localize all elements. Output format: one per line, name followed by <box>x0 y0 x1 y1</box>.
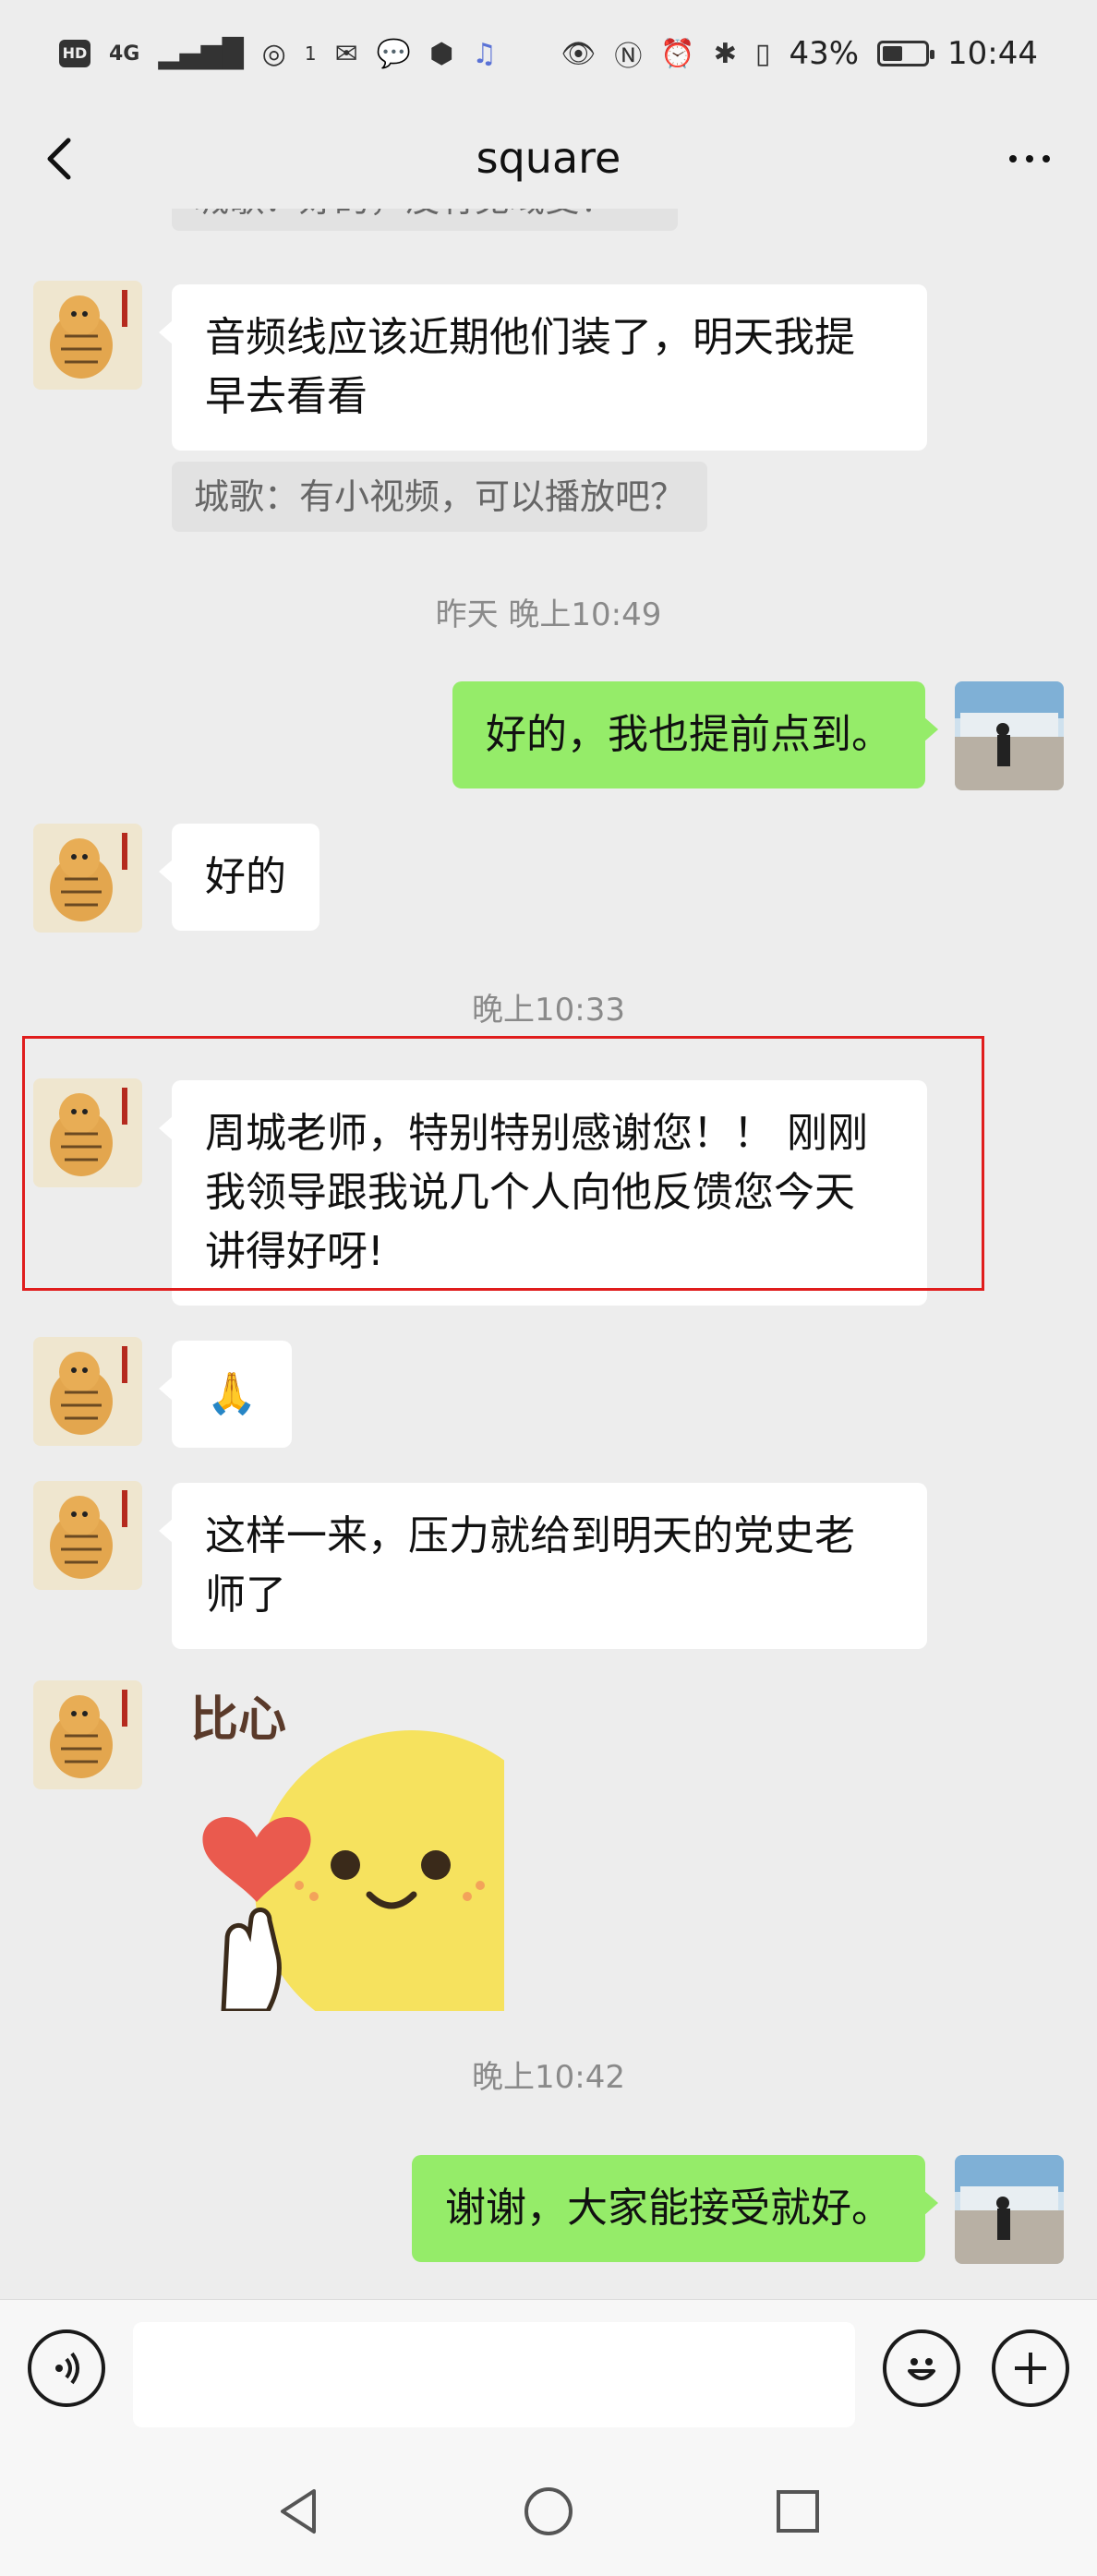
app-icon: ⬢ <box>429 37 454 70</box>
battery-icon <box>877 41 935 66</box>
timestamp: 晚上10:33 <box>472 992 625 1029</box>
status-right: 👁 Ⓝ ⏰ ✱ ▯ 43% 10:44 <box>561 33 1038 74</box>
voice-icon <box>55 2352 79 2385</box>
avatar-tiger[interactable] <box>33 824 142 933</box>
battery-percent: 43% <box>789 35 860 72</box>
music-icon: ♫ <box>472 37 498 70</box>
signal-icon: ▂▄▆█ <box>158 37 244 70</box>
sticker-message[interactable]: 比心 <box>179 1675 504 2011</box>
avatar-me[interactable] <box>955 681 1064 790</box>
nav-back-icon <box>281 2489 316 2534</box>
avatar-tiger[interactable] <box>33 1337 142 1446</box>
timestamp: 昨天 晚上10:49 <box>435 596 662 633</box>
chat-header: square <box>0 107 1097 209</box>
signal-count: 1 <box>304 42 317 65</box>
nav-recent-icon <box>777 2490 819 2533</box>
message-bubble[interactable]: 好的 <box>159 824 319 931</box>
message-bubble[interactable]: 🙏 <box>159 1341 292 1448</box>
network-label: 4G <box>109 42 140 66</box>
status-bar: HD 4G ▂▄▆█ ◎ 1 ✉ 💬 ⬢ ♫ 👁 Ⓝ ⏰ ✱ ▯ 43% 10:… <box>0 0 1097 107</box>
status-left: HD 4G ▂▄▆█ ◎ 1 ✉ 💬 ⬢ ♫ <box>59 38 497 70</box>
plus-icon <box>1015 2353 1046 2384</box>
more-dot <box>1026 155 1033 163</box>
chat-title: square <box>476 133 621 183</box>
eye-icon: 👁 <box>561 37 597 70</box>
quoted-message[interactable]: 城歌：好的，没有见域受！ <box>172 209 678 231</box>
input-bar <box>0 2299 1097 2447</box>
timestamp: 晚上10:42 <box>472 2059 625 2096</box>
chat-bubble-icon: 💬 <box>376 37 412 70</box>
plus-button[interactable] <box>992 2329 1069 2407</box>
message-bubble[interactable]: 谢谢，大家能接受就好。 <box>412 2155 938 2262</box>
emoji-icon <box>908 2358 935 2380</box>
bluetooth-icon: ✱ <box>713 37 737 70</box>
message-bubble[interactable]: 音频线应该近期他们装了，明天我提早去看看 <box>159 284 927 451</box>
avatar-tiger[interactable] <box>33 1078 142 1187</box>
avatar-me[interactable] <box>955 2155 1064 2264</box>
mail-icon: ✉ <box>334 37 358 70</box>
more-dot <box>1043 155 1050 163</box>
voice-button[interactable] <box>28 2329 105 2407</box>
more-button[interactable] <box>988 131 1071 187</box>
message-bubble[interactable]: 好的，我也提前点到。 <box>452 681 938 788</box>
message-bubble[interactable]: 这样一来，压力就给到明天的党史老师了 <box>159 1483 927 1649</box>
nav-home-button[interactable] <box>516 2479 581 2544</box>
nav-recent-button[interactable] <box>765 2479 830 2544</box>
more-dots-icon <box>1009 155 1017 163</box>
hotspot-icon: ◎ <box>261 37 286 70</box>
message-bubble[interactable]: 周城老师，特别特别感谢您！！ 刚刚我领导跟我说几个人向他反馈您今天讲得好呀! <box>159 1080 927 1306</box>
nav-back-button[interactable] <box>267 2479 332 2544</box>
avatar-tiger[interactable] <box>33 1680 142 1789</box>
hd-badge: HD <box>59 40 90 67</box>
quoted-message[interactable]: 城歌：有小视频，可以播放吧？ <box>172 462 708 532</box>
chevron-left-icon <box>47 138 71 180</box>
avatar-tiger[interactable] <box>33 281 142 390</box>
nav-home-icon <box>524 2487 573 2535</box>
system-nav-bar <box>0 2447 1097 2576</box>
vibrate-icon: ▯ <box>754 37 771 70</box>
clock: 10:44 <box>947 35 1038 72</box>
nfc-icon: Ⓝ <box>614 41 643 73</box>
alarm-icon: ⏰ <box>660 37 695 70</box>
chat-area[interactable]: 城歌：好的，没有见域受！ 音频线应该近期他们装了，明天我提早去看看 城歌：有小视… <box>0 209 1097 2299</box>
avatar-tiger[interactable] <box>33 1481 142 1590</box>
emoji-button[interactable] <box>883 2329 960 2407</box>
back-button[interactable] <box>33 131 89 187</box>
sticker-heart-face-icon <box>202 1730 504 2011</box>
message-input[interactable] <box>133 2322 855 2427</box>
